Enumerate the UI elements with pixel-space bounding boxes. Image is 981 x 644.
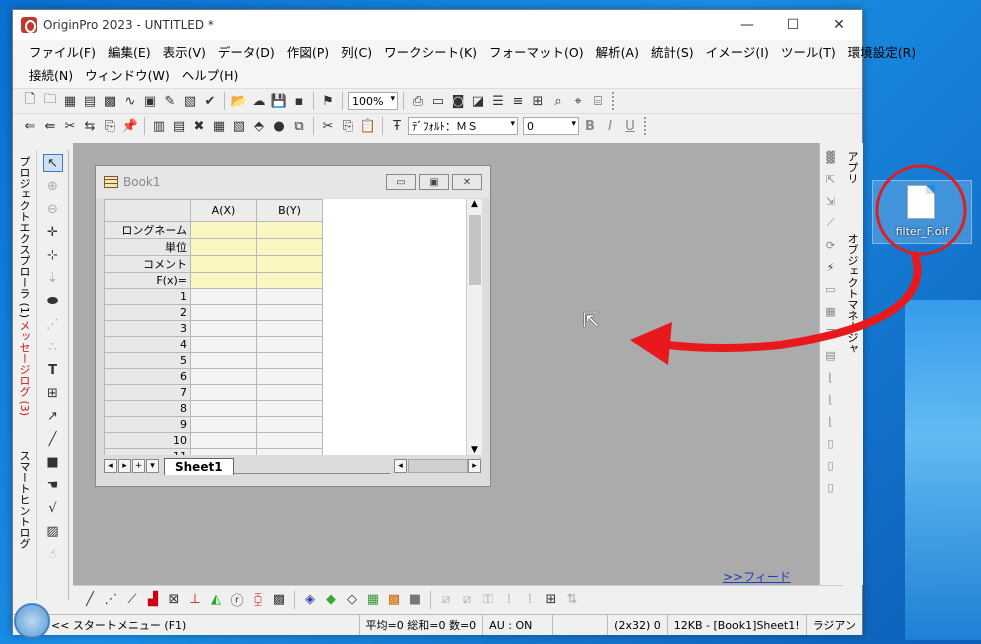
highlight-circle [875,164,967,256]
drag-arrow-path [656,251,922,352]
drag-annotation [630,164,967,365]
drag-arrow-head [630,322,672,365]
